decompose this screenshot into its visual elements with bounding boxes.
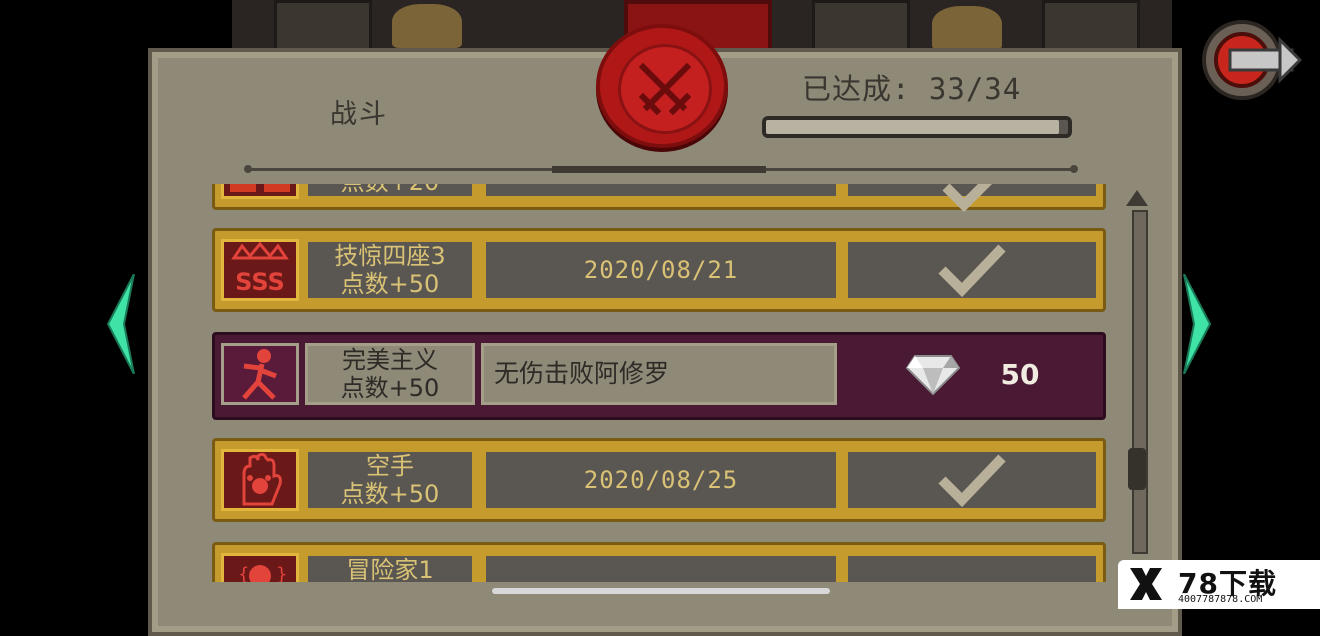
prev-category-button[interactable] xyxy=(104,273,138,375)
home-indicator[interactable] xyxy=(492,588,830,594)
site-watermark: 78下载 4007787878.COM xyxy=(1118,560,1320,609)
svg-text:}: } xyxy=(276,564,287,582)
back-arrow-icon xyxy=(1202,20,1303,100)
fighter-stance-icon xyxy=(221,343,299,405)
achievement-name-cell: 空手 点数+50 xyxy=(305,449,475,511)
achievement-check-cell xyxy=(845,184,1099,213)
progress-label: 已达成: 33/34 xyxy=(802,72,1022,106)
achievement-row[interactable]: 点数+20 xyxy=(212,184,1106,213)
building-window xyxy=(274,0,372,54)
achievement-row[interactable]: 空手 点数+50 2020/08/25 xyxy=(212,438,1106,522)
checkmark-icon xyxy=(942,184,993,213)
crossed-swords-icon xyxy=(638,62,692,116)
watermark-url: 4007787878.COM xyxy=(1178,594,1263,605)
wax-seal xyxy=(600,28,724,144)
category-title: 战斗 xyxy=(330,99,388,130)
achievement-date: 2020/08/25 xyxy=(483,449,839,511)
achievement-name: 冒险家1 xyxy=(346,556,434,582)
achievement-check-cell xyxy=(845,449,1099,511)
diamond-icon xyxy=(905,355,960,396)
achievement-points: 点数+50 xyxy=(340,270,440,298)
statue-left xyxy=(392,4,462,48)
tab-active-indicator xyxy=(552,166,766,173)
achievement-date xyxy=(483,553,839,582)
achievement-row[interactable]: SSS 技惊四座3 点数+50 2020/08/21 xyxy=(212,228,1106,312)
palm-hand-icon xyxy=(221,449,299,511)
double-skull-icon xyxy=(221,184,299,199)
adventurer-skull-icon: { } xyxy=(221,553,299,582)
achievement-name-cell: 点数+20 xyxy=(305,184,475,199)
svg-text:SSS: SSS xyxy=(235,268,285,296)
achievement-date: 2020/08/21 xyxy=(483,239,839,301)
achievement-name: 空手 xyxy=(366,452,414,480)
achievement-points: 点数+50 xyxy=(340,480,440,508)
next-category-button[interactable] xyxy=(1180,273,1214,375)
scroll-up-icon xyxy=(1126,190,1148,206)
achievement-name: 技惊四座3 xyxy=(334,242,446,270)
building-window xyxy=(1042,0,1140,54)
scroll-rail xyxy=(1132,210,1148,554)
reward-amount: 50 xyxy=(1000,357,1040,391)
building-window xyxy=(812,0,910,54)
chevron-right-icon xyxy=(1183,273,1212,375)
back-button[interactable] xyxy=(1200,18,1303,104)
achievement-points: 点数+20 xyxy=(341,184,440,196)
scroll-thumb[interactable] xyxy=(1128,448,1146,490)
achievement-check-cell xyxy=(845,239,1099,301)
chevron-left-icon xyxy=(106,273,135,375)
progress-fill xyxy=(766,120,1059,134)
achievement-list[interactable]: 点数+20 SSS 技惊四座3 点数+50 2020/08/21 xyxy=(212,184,1106,582)
list-scrollbar[interactable] xyxy=(1124,188,1150,560)
achievement-name: 完美主义 xyxy=(342,346,438,374)
achievement-date xyxy=(483,184,839,199)
achievement-row-locked[interactable]: 完美主义 点数+50 无伤击败阿修罗 50 xyxy=(212,332,1106,420)
achievement-description: 无伤击败阿修罗 xyxy=(481,343,837,405)
sss-rank-icon: SSS xyxy=(221,239,299,301)
checkmark-icon xyxy=(938,454,1006,508)
achievement-name-cell: 技惊四座3 点数+50 xyxy=(305,239,475,301)
achievement-row[interactable]: { } 冒险家1 xyxy=(212,542,1106,582)
achievement-reward: 50 xyxy=(843,343,1101,405)
achievement-name-cell: 完美主义 点数+50 xyxy=(305,343,475,405)
watermark-logo-icon xyxy=(1130,568,1162,600)
progress-bar xyxy=(762,116,1072,138)
statue-right xyxy=(932,6,1002,50)
checkmark-icon xyxy=(938,244,1006,298)
achievement-check-cell xyxy=(845,553,1099,582)
achievement-name-cell: 冒险家1 xyxy=(305,553,475,582)
svg-text:{: { xyxy=(238,564,249,582)
achievement-points: 点数+50 xyxy=(340,374,440,402)
